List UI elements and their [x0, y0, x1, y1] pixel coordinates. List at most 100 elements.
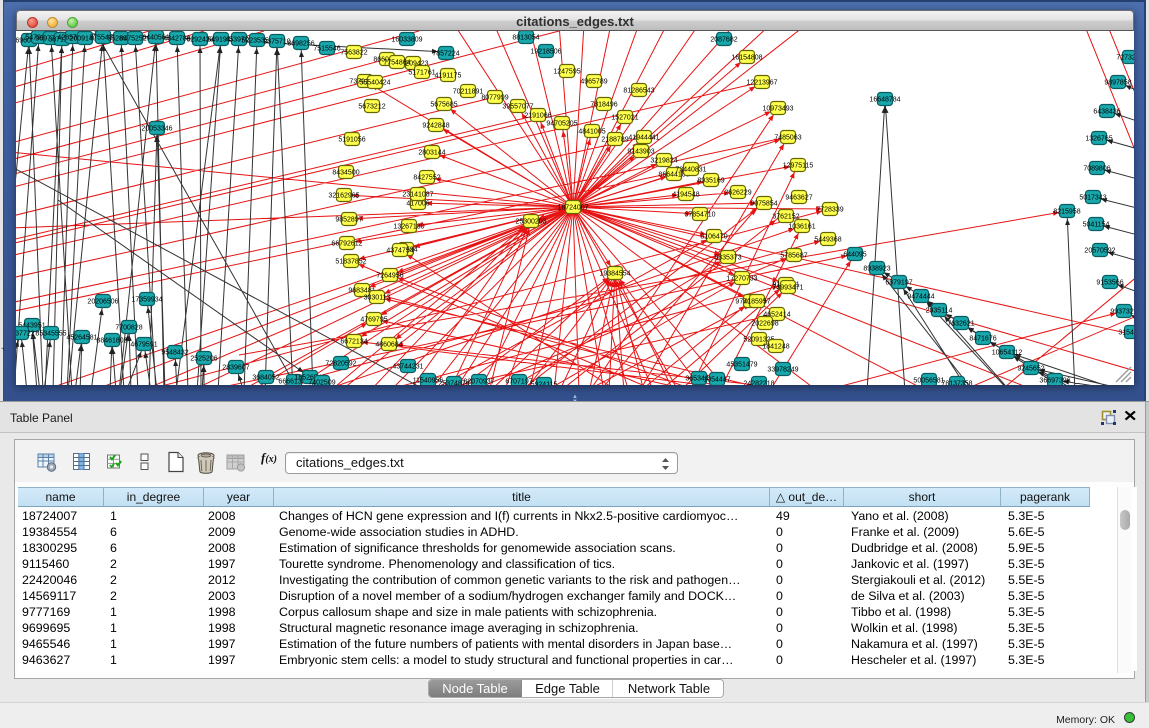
svg-text:9242848: 9242848 — [422, 123, 449, 130]
svg-text:9153566: 9153566 — [1096, 280, 1123, 287]
svg-text:20053346: 20053346 — [141, 126, 172, 133]
svg-text:7728339: 7728339 — [816, 207, 843, 214]
svg-text:66792612: 66792612 — [331, 241, 362, 248]
svg-text:1841248: 1841248 — [762, 344, 789, 351]
svg-text:4769795: 4769795 — [360, 317, 387, 324]
svg-text:73993471: 73993471 — [772, 285, 803, 292]
svg-text:4841005: 4841005 — [578, 129, 605, 136]
svg-text:8434500: 8434500 — [332, 170, 359, 177]
svg-text:4860684: 4860684 — [375, 342, 402, 349]
svg-text:16033809: 16033809 — [391, 37, 422, 44]
svg-text:2803144: 2803144 — [418, 150, 445, 157]
svg-text:16154808: 16154808 — [731, 55, 762, 62]
svg-text:9897858: 9897858 — [1104, 80, 1131, 87]
svg-text:8427552: 8427552 — [413, 175, 440, 182]
svg-text:8698256: 8698256 — [287, 41, 314, 48]
svg-text:7754864: 7754864 — [383, 60, 410, 67]
svg-text:9474444: 9474444 — [907, 294, 934, 301]
svg-text:23141087: 23141087 — [402, 192, 433, 199]
svg-text:50056581: 50056581 — [913, 378, 944, 385]
svg-text:70211891: 70211891 — [453, 89, 484, 96]
svg-text:10654112: 10654112 — [992, 350, 1023, 357]
svg-text:1527021: 1527021 — [611, 115, 638, 122]
svg-text:7089806: 7089806 — [1083, 166, 1110, 173]
svg-text:33978249: 33978249 — [767, 367, 798, 374]
svg-text:7700828: 7700828 — [115, 325, 142, 332]
svg-text:7563822: 7563822 — [340, 50, 367, 57]
svg-text:2191066: 2191066 — [524, 113, 551, 120]
svg-text:9463627: 9463627 — [785, 195, 812, 202]
svg-text:7264956: 7264956 — [376, 273, 403, 280]
svg-text:45264581: 45264581 — [66, 335, 97, 342]
svg-text:5785687: 5785687 — [780, 253, 807, 260]
svg-text:78137358: 78137358 — [941, 381, 972, 385]
svg-text:9143903: 9143903 — [627, 149, 654, 156]
svg-text:39557077: 39557077 — [502, 104, 533, 111]
svg-text:2188789: 2188789 — [601, 137, 628, 144]
svg-text:9852897: 9852897 — [335, 217, 362, 224]
svg-text:10973493: 10973493 — [762, 106, 793, 113]
svg-text:6707197: 6707197 — [505, 379, 532, 385]
svg-text:5924115: 5924115 — [531, 382, 558, 385]
svg-text:88461803: 88461803 — [96, 338, 127, 345]
svg-text:8938923: 8938923 — [863, 266, 890, 273]
svg-text:41944441: 41944441 — [628, 135, 659, 142]
svg-text:6438436: 6438436 — [1093, 109, 1120, 116]
svg-text:17359934: 17359934 — [131, 297, 162, 304]
svg-text:9548432: 9548432 — [161, 350, 188, 357]
svg-text:81286543: 81286543 — [623, 88, 654, 95]
svg-text:19384554: 19384554 — [599, 271, 630, 278]
svg-text:8215958: 8215958 — [1053, 209, 1080, 216]
svg-text:8813054: 8813054 — [512, 35, 539, 42]
svg-text:4185957: 4185957 — [743, 299, 770, 306]
svg-text:9245652: 9245652 — [1017, 366, 1044, 373]
svg-text:72820592: 72820592 — [325, 361, 356, 368]
svg-text:20206506: 20206506 — [87, 299, 118, 306]
svg-text:1247595: 1247595 — [553, 69, 580, 76]
svg-text:18724007: 18724007 — [557, 205, 588, 212]
svg-text:19218506: 19218506 — [530, 49, 561, 56]
svg-text:2626229: 2626229 — [724, 190, 751, 197]
svg-text:5137722: 5137722 — [16, 331, 35, 338]
svg-text:8935169: 8935169 — [697, 178, 724, 185]
svg-text:4679591: 4679591 — [130, 342, 157, 349]
svg-text:7515546: 7515546 — [313, 46, 340, 53]
svg-text:9075854: 9075854 — [750, 201, 777, 208]
svg-text:36697396: 36697396 — [1039, 378, 1070, 385]
svg-text:2022698: 2022698 — [751, 321, 778, 328]
svg-text:7485063: 7485063 — [774, 135, 801, 142]
svg-text:85345555: 85345555 — [35, 331, 66, 338]
svg-text:6672134: 6672134 — [340, 339, 367, 346]
svg-text:2839607: 2839607 — [222, 365, 249, 372]
svg-text:6879197: 6879197 — [885, 280, 912, 287]
svg-text:5017343: 5017343 — [1079, 195, 1106, 202]
svg-text:2087682: 2087682 — [710, 37, 737, 44]
svg-text:45351479: 45351479 — [726, 362, 757, 369]
svg-text:13267130: 13267130 — [393, 224, 424, 231]
svg-text:3154051: 3154051 — [1118, 330, 1134, 337]
svg-text:20570592: 20570592 — [1084, 248, 1115, 255]
svg-text:3219824: 3219824 — [650, 158, 677, 165]
svg-text:7632621: 7632621 — [947, 321, 974, 328]
svg-text:7273233: 7273233 — [1116, 55, 1134, 62]
svg-text:5171761: 5171761 — [408, 70, 435, 77]
svg-text:2935114: 2935114 — [926, 308, 953, 315]
svg-text:8077999: 8077999 — [481, 95, 508, 102]
svg-text:5673212: 5673212 — [358, 104, 385, 111]
svg-text:4194548: 4194548 — [672, 192, 699, 199]
svg-text:2525206: 2525206 — [190, 356, 217, 363]
svg-text:16648784: 16648784 — [869, 97, 900, 104]
svg-text:12975115: 12975115 — [783, 163, 814, 170]
svg-text:24282218: 24282218 — [743, 381, 774, 385]
svg-text:3684052: 3684052 — [252, 375, 279, 382]
svg-text:4374754: 4374754 — [386, 248, 413, 255]
svg-text:3030113: 3030113 — [364, 295, 391, 302]
svg-text:55540424: 55540424 — [359, 80, 390, 87]
svg-text:5675685: 5675685 — [430, 102, 457, 109]
svg-text:8471676: 8471676 — [969, 336, 996, 343]
svg-text:8835373: 8835373 — [714, 255, 741, 262]
svg-text:5041154: 5041154 — [1083, 222, 1110, 229]
svg-text:8106470: 8106470 — [700, 234, 727, 241]
svg-text:17270733: 17270733 — [726, 276, 757, 283]
svg-text:9937326: 9937326 — [1110, 309, 1134, 316]
